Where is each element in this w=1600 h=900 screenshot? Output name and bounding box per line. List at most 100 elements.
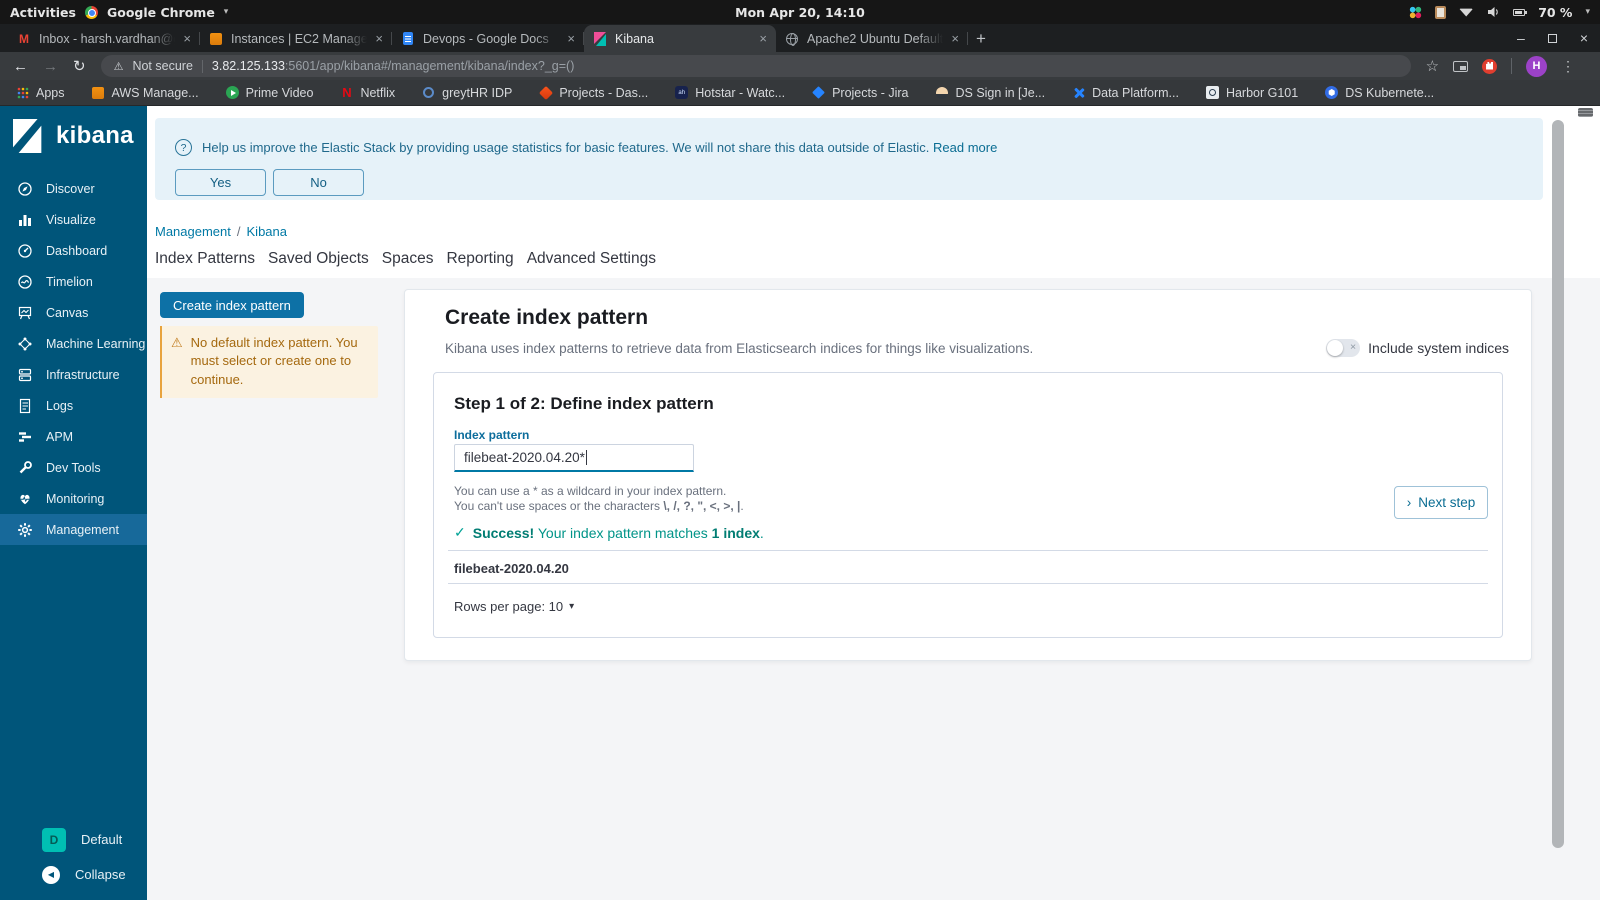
wifi-icon[interactable]: [1459, 8, 1474, 17]
close-icon[interactable]: ×: [951, 31, 959, 46]
sidebar-item-logs[interactable]: Logs: [0, 390, 147, 421]
characters-hint: You can't use spaces or the characters \…: [454, 499, 744, 513]
clipboard-tray-icon[interactable]: [1435, 5, 1447, 19]
vertical-scrollbar[interactable]: [1552, 120, 1564, 848]
read-more-link[interactable]: Read more: [933, 140, 997, 155]
space-selector-default[interactable]: D Default: [0, 822, 147, 857]
tab-advanced-settings[interactable]: Advanced Settings: [527, 248, 656, 270]
forward-button[interactable]: →: [43, 59, 58, 74]
next-step-button[interactable]: › Next step: [1394, 486, 1488, 519]
create-index-pattern-button[interactable]: Create index pattern: [160, 292, 304, 318]
chrome-icon: [84, 5, 98, 19]
index-pattern-input[interactable]: filebeat-2020.04.20*: [454, 444, 694, 472]
kibana-logo-text: kibana: [56, 122, 134, 149]
tab-index-patterns[interactable]: Index Patterns: [155, 248, 255, 270]
page-subtitle: Kibana uses index patterns to retrieve d…: [445, 341, 1034, 356]
tab-kibana-active[interactable]: Kibana ×: [584, 25, 776, 52]
app-menu-caret-icon: ▾: [223, 7, 229, 17]
greythr-icon: [423, 87, 435, 98]
tab-title: Devops - Google Docs: [423, 31, 549, 46]
bookmarks-bar: Apps AWS Manage... Prime Video N Netflix…: [0, 80, 1600, 106]
close-icon[interactable]: ×: [375, 31, 383, 46]
jenkins-icon: [935, 86, 948, 99]
adblock-icon[interactable]: [1482, 58, 1498, 74]
clock[interactable]: Mon Apr 20, 14:10: [735, 5, 865, 20]
no-button[interactable]: No: [273, 169, 364, 196]
security-label[interactable]: Not secure: [132, 59, 192, 73]
reload-button[interactable]: ↻: [73, 59, 86, 74]
sidebar-item-infrastructure[interactable]: Infrastructure: [0, 359, 147, 390]
sidebar-item-dev-tools[interactable]: Dev Tools: [0, 452, 147, 483]
bookmark-star-icon[interactable]: ☆: [1426, 57, 1439, 75]
tab-saved-objects[interactable]: Saved Objects: [268, 248, 369, 270]
app-menu-title[interactable]: Google Chrome: [107, 5, 215, 20]
kibana-nav: Discover Visualize Dashboard Timelion Ca…: [0, 173, 147, 545]
address-bar[interactable]: ⚠ Not secure 3.82.125.133:5601/app/kiban…: [100, 55, 1411, 77]
sidebar-item-machine-learning[interactable]: Machine Learning: [0, 328, 147, 359]
volume-icon[interactable]: [1486, 5, 1500, 19]
gauge-icon: [18, 243, 32, 258]
jira-diamond-icon: [812, 86, 825, 99]
breadcrumb-kibana[interactable]: Kibana: [247, 224, 287, 239]
tab-apache[interactable]: Apache2 Ubuntu Default ×: [776, 25, 968, 52]
sidebar-item-monitoring[interactable]: Monitoring: [0, 483, 147, 514]
gmail-icon: M: [19, 31, 29, 46]
bookmark-aws[interactable]: AWS Manage...: [92, 86, 199, 100]
tab-gdocs[interactable]: Devops - Google Docs ×: [392, 25, 584, 52]
bookmark-projects-das[interactable]: Projects - Das...: [538, 85, 648, 100]
slack-tray-icon[interactable]: [1409, 5, 1423, 19]
bookmark-data-platform[interactable]: Data Platform...: [1072, 86, 1179, 100]
system-menu-caret-icon[interactable]: ▾: [1585, 7, 1590, 17]
gear-icon: [18, 522, 32, 537]
close-icon[interactable]: ×: [567, 31, 575, 46]
yes-button[interactable]: Yes: [175, 169, 266, 196]
bookmark-hotstar[interactable]: ah Hotstar - Watc...: [675, 86, 785, 100]
close-icon[interactable]: ×: [759, 31, 767, 46]
bookmark-harbor[interactable]: Harbor G101: [1205, 86, 1298, 100]
netflix-icon: N: [342, 85, 352, 100]
check-icon: ✓: [454, 524, 466, 540]
minimize-button[interactable]: –: [1517, 30, 1525, 46]
tab-ec2[interactable]: Instances | EC2 Managem ×: [200, 25, 392, 52]
collapse-sidebar-button[interactable]: ◀ Collapse: [0, 857, 147, 892]
sidebar-item-apm[interactable]: APM: [0, 421, 147, 452]
close-icon[interactable]: ×: [183, 31, 191, 46]
back-button[interactable]: ←: [13, 59, 28, 74]
flame-icon: [538, 85, 553, 100]
bookmark-greythr[interactable]: greytHR IDP: [422, 86, 512, 100]
sidebar-item-discover[interactable]: Discover: [0, 173, 147, 204]
restore-button[interactable]: [1547, 33, 1557, 43]
banner-message: Help us improve the Elastic Stack by pro…: [202, 140, 998, 155]
include-system-indices-toggle[interactable]: ×: [1326, 339, 1361, 357]
sidebar-item-management[interactable]: Management: [0, 514, 147, 545]
bookmark-netflix[interactable]: N Netflix: [340, 85, 395, 100]
sidebar-item-timelion[interactable]: Timelion: [0, 266, 147, 297]
extension-pip-icon[interactable]: [1453, 60, 1469, 72]
scroll-top-icon[interactable]: [1578, 108, 1593, 117]
chrome-menu-icon[interactable]: ⋮: [1561, 58, 1575, 75]
sidebar-item-dashboard[interactable]: Dashboard: [0, 235, 147, 266]
bookmark-jira[interactable]: Projects - Jira: [812, 86, 908, 100]
kibana-logo[interactable]: kibana: [0, 106, 147, 153]
window-close-button[interactable]: ×: [1580, 30, 1588, 46]
url-text: 3.82.125.133:5601/app/kibana#/management…: [211, 59, 575, 73]
kibana-icon: [593, 31, 607, 46]
divider: [1511, 58, 1513, 74]
breadcrumb-management[interactable]: Management: [155, 224, 231, 239]
sidebar-item-visualize[interactable]: Visualize: [0, 204, 147, 235]
gnome-top-bar: Activities Google Chrome ▾ Mon Apr 20, 1…: [0, 0, 1600, 24]
tab-gmail[interactable]: M Inbox - harsh.vardhan@g ×: [8, 25, 200, 52]
bookmark-prime-video[interactable]: Prime Video: [225, 86, 313, 100]
tab-spaces[interactable]: Spaces: [382, 248, 434, 270]
battery-percent[interactable]: 70 %: [1538, 5, 1572, 20]
profile-avatar[interactable]: H: [1526, 55, 1548, 77]
rows-per-page-selector[interactable]: Rows per page: 10 ▾: [454, 599, 574, 614]
activities-button[interactable]: Activities: [10, 5, 76, 20]
bookmark-apps[interactable]: Apps: [16, 86, 65, 100]
tab-title: Instances | EC2 Managem: [231, 31, 368, 46]
new-tab-button[interactable]: +: [968, 26, 994, 52]
tab-reporting[interactable]: Reporting: [446, 248, 513, 270]
sidebar-item-canvas[interactable]: Canvas: [0, 297, 147, 328]
bookmark-jenkins[interactable]: DS Sign in [Je...: [935, 86, 1045, 100]
bookmark-kubernetes[interactable]: DS Kubernete...: [1325, 86, 1434, 100]
